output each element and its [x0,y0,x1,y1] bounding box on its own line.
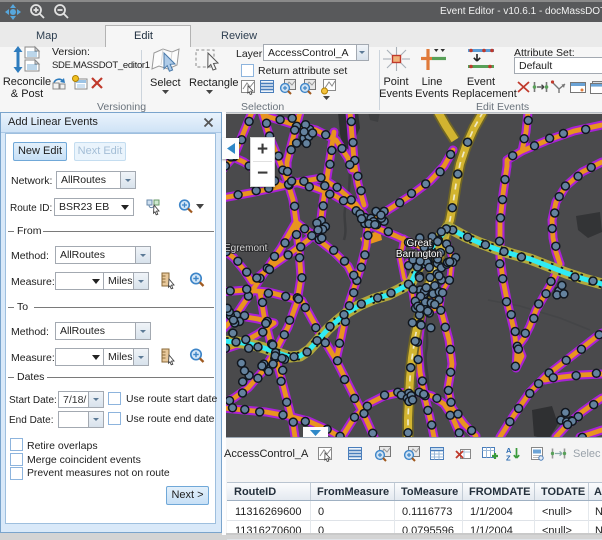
svg-text:Great: Great [406,238,431,249]
svg-text:Z: Z [506,454,511,463]
svg-text:Egremont: Egremont [226,243,268,254]
svg-text:Barrington: Barrington [396,249,442,260]
